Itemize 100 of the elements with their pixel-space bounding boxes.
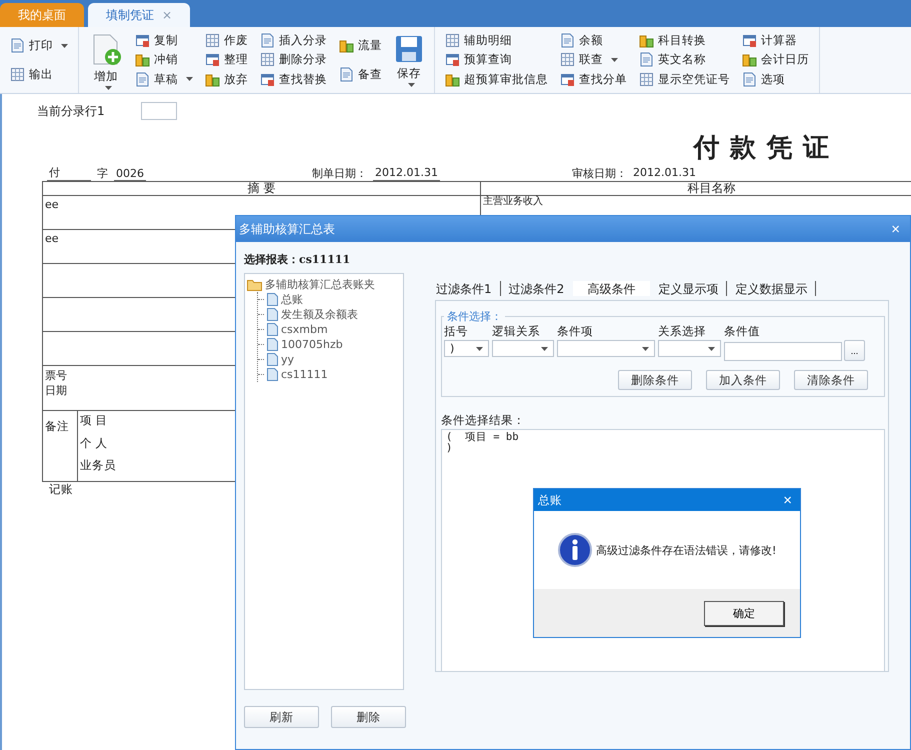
- remarks-label: 备注: [45, 419, 69, 433]
- tree-item[interactable]: 多辅助核算汇总表账夹: [247, 277, 401, 292]
- condition-button[interactable]: 删除条件: [618, 370, 692, 390]
- window-icon: [205, 52, 220, 68]
- browse-button[interactable]: ...: [844, 340, 865, 361]
- save-icon: [394, 34, 424, 64]
- toolbar-button[interactable]: 选项: [740, 70, 811, 88]
- report-value: cs11111: [299, 253, 350, 266]
- dropdown-field[interactable]: [557, 340, 655, 357]
- toolbar-button[interactable]: 草稿: [133, 70, 195, 88]
- dialog-button[interactable]: 刷新: [244, 706, 319, 728]
- dropdown-field[interactable]: [492, 340, 554, 357]
- made-date: 2012.01.31: [373, 166, 440, 181]
- page-icon: [260, 33, 275, 48]
- page-icon: [10, 38, 25, 53]
- toolbar-button[interactable]: 计算器: [740, 32, 811, 50]
- file-icon: [267, 338, 278, 351]
- tree-item[interactable]: 总账: [258, 292, 401, 307]
- toolbar-button[interactable]: 冲销: [133, 51, 195, 68]
- grid-icon: [639, 72, 654, 87]
- grid-icon: [260, 52, 275, 68]
- ok-button[interactable]: 确定: [704, 600, 784, 626]
- toolbar-button[interactable]: 查找分单: [558, 70, 629, 88]
- page-icon: [339, 67, 354, 82]
- toolbar-button[interactable]: 辅助明细: [443, 32, 550, 50]
- page-icon: [560, 33, 575, 48]
- coins-icon: [639, 33, 654, 48]
- tab[interactable]: 填制凭证 ×: [88, 3, 190, 27]
- caret-icon: [104, 86, 112, 90]
- condition-legend: 条件选择：: [444, 309, 505, 324]
- page-icon: [135, 72, 150, 87]
- file-icon: [267, 353, 278, 366]
- caret-icon: [611, 58, 618, 62]
- input-field[interactable]: [724, 342, 842, 361]
- tab[interactable]: 过滤条件2: [500, 280, 574, 296]
- toolbar-button[interactable]: 整理: [203, 51, 250, 68]
- field-label: 条件值: [724, 324, 761, 339]
- coins-icon: [339, 38, 354, 53]
- tab[interactable]: 定义显示项: [650, 280, 728, 296]
- dropdown-field[interactable]: [658, 340, 721, 357]
- tree-item[interactable]: cs11111: [258, 367, 401, 382]
- coins-icon: [205, 72, 220, 87]
- toolbar-button[interactable]: 余额: [558, 32, 629, 50]
- close-button[interactable]: ×: [779, 492, 796, 508]
- tree-item[interactable]: 发生额及余额表: [258, 307, 401, 322]
- window-icon: [445, 52, 460, 68]
- dialog-button[interactable]: 删除: [331, 706, 406, 728]
- toolbar-button[interactable]: 会计日历: [740, 51, 811, 68]
- grid-icon: [205, 33, 220, 48]
- coins-icon: [742, 52, 757, 68]
- tab[interactable]: 过滤条件1: [428, 280, 501, 296]
- voucher-number: 0026: [114, 167, 146, 181]
- tree-item[interactable]: yy: [258, 352, 401, 367]
- condition-button[interactable]: 清除条件: [794, 370, 868, 390]
- field-label: 括号: [444, 324, 469, 339]
- ticket-label: 票号: [45, 368, 67, 383]
- caret-icon: [186, 77, 193, 82]
- report-label: 选择报表：: [244, 253, 299, 266]
- caret-icon: [61, 44, 68, 48]
- toolbar-button[interactable]: 流量: [337, 37, 384, 54]
- toolbar-button[interactable]: 英文名称: [637, 51, 732, 68]
- caret-icon: [541, 346, 548, 350]
- toolbar-button[interactable]: 输出: [8, 66, 70, 83]
- toolbar-button[interactable]: 备查: [337, 66, 384, 83]
- window-icon: [560, 72, 575, 87]
- tab[interactable]: 定义数据显示: [727, 280, 816, 296]
- message-text: 高级过滤条件存在语法错误，请修改!: [596, 542, 776, 558]
- toolbar-button[interactable]: 显示空凭证号: [637, 70, 732, 88]
- toolbar-button[interactable]: 放弃: [203, 70, 250, 88]
- word-label: 字: [97, 166, 108, 181]
- toolbar-button[interactable]: 超预算审批信息: [443, 70, 550, 88]
- toolbar-button[interactable]: 复制: [133, 32, 195, 50]
- condition-button[interactable]: 加入条件: [706, 370, 780, 390]
- ticket-label: 日期: [45, 383, 67, 398]
- folder-icon: [247, 278, 262, 290]
- tab[interactable]: 高级条件: [573, 280, 650, 296]
- window-icon: [135, 33, 150, 48]
- toolbar-button[interactable]: 查找替换: [258, 70, 329, 88]
- grid-icon: [10, 67, 25, 82]
- current-row-label: 当前分录行1: [37, 102, 105, 120]
- toolbar-button[interactable]: 插入分录: [258, 32, 329, 50]
- dropdown-field[interactable]: ): [444, 340, 489, 357]
- result-label: 条件选择结果：: [441, 413, 525, 427]
- toolbar-button[interactable]: 联查: [558, 51, 629, 68]
- caret-icon: [408, 82, 414, 86]
- field-label: 逻辑关系: [492, 324, 541, 339]
- toolbar-button[interactable]: 打印: [8, 37, 70, 54]
- tree-item[interactable]: 100705hzb: [258, 337, 401, 352]
- toolbar-button[interactable]: 删除分录: [258, 51, 329, 68]
- page-icon: [639, 52, 654, 68]
- row-input-field[interactable]: [140, 102, 177, 120]
- tree-item[interactable]: csxmbm: [258, 322, 401, 337]
- file-icon: [267, 368, 278, 381]
- toolbar-button[interactable]: 保存: [392, 32, 426, 88]
- toolbar-button[interactable]: 科目转换: [637, 32, 732, 50]
- grid-icon: [445, 33, 460, 48]
- coins-icon: [445, 72, 460, 87]
- toolbar-button[interactable]: 增加: [87, 31, 125, 92]
- toolbar-button[interactable]: 预算查询: [443, 51, 550, 68]
- toolbar-button[interactable]: 作废: [203, 32, 250, 50]
